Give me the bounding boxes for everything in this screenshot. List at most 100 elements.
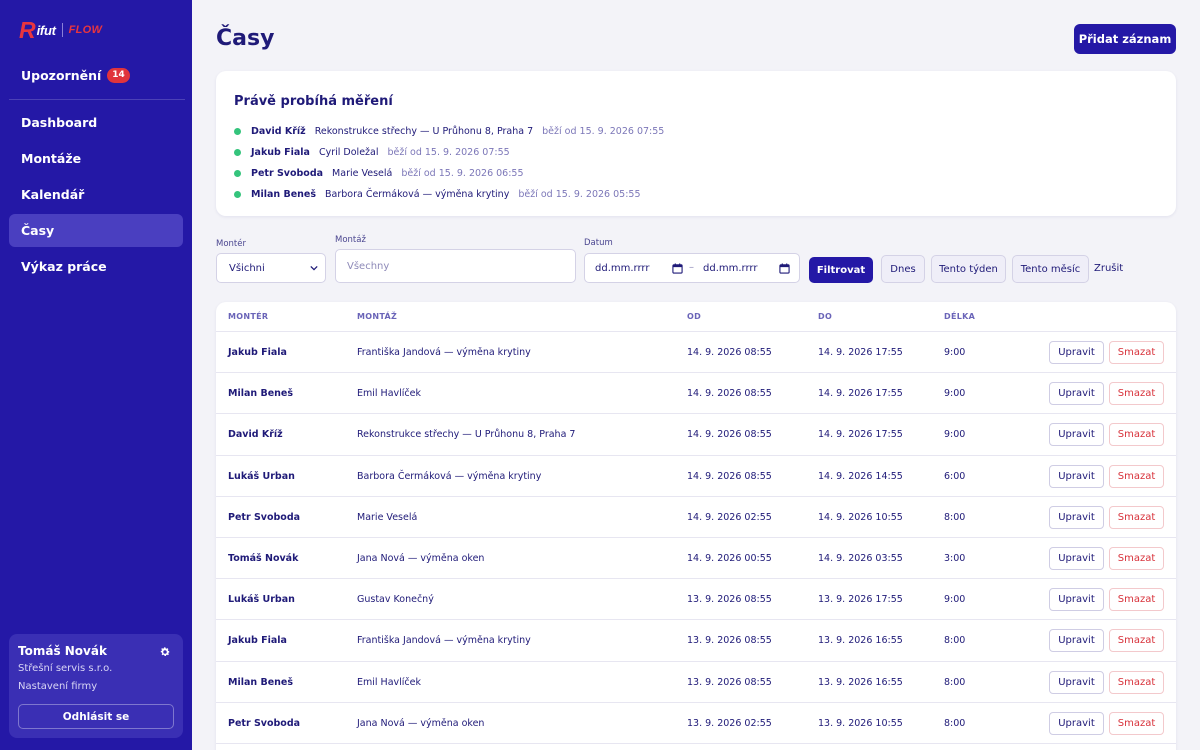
cell-worker[interactable]: Petr Svoboda xyxy=(228,718,300,729)
today-button[interactable]: Dnes xyxy=(881,255,925,283)
column-header-duration[interactable]: DÉLKA xyxy=(944,312,975,321)
chevron-down-icon xyxy=(310,265,318,271)
column-header-job[interactable]: MONTÁŽ xyxy=(357,312,397,321)
delete-button[interactable]: Smazat xyxy=(1109,629,1164,653)
cell-worker[interactable]: Jakub Fiala xyxy=(228,635,287,646)
sidebar-item-kalendar[interactable]: Kalendář xyxy=(9,178,183,211)
cell-duration: 9:00 xyxy=(944,594,966,606)
table-row: David Kříž Rekonstrukce střechy — U Průho… xyxy=(216,414,1176,456)
cell-worker[interactable]: Lukáš Urban xyxy=(228,471,295,482)
column-header-from[interactable]: OD xyxy=(687,312,701,321)
sidebar-item-dashboard[interactable]: Dashboard xyxy=(9,106,183,139)
edit-button[interactable]: Upravit xyxy=(1049,711,1104,735)
user-company: Střešní servis s.r.o. xyxy=(18,663,113,674)
cell-worker[interactable]: Milan Beneš xyxy=(228,388,293,399)
cell-from: 14. 9. 2026 08:55 xyxy=(687,388,772,400)
sidebar-item-casy[interactable]: Časy xyxy=(9,214,183,247)
calendar-icon[interactable] xyxy=(779,263,790,274)
cell-from: 14. 9. 2026 08:55 xyxy=(687,429,772,441)
this-week-button[interactable]: Tento týden xyxy=(931,255,1006,283)
calendar-icon[interactable] xyxy=(672,263,683,274)
cell-from: 13. 9. 2026 08:55 xyxy=(687,676,772,688)
running-since: běží od 15. 9. 2026 07:55 xyxy=(542,126,665,137)
cell-from: 14. 9. 2026 00:55 xyxy=(687,553,772,564)
job-search-input[interactable]: Všechny xyxy=(335,249,576,283)
cell-to: 14. 9. 2026 17:55 xyxy=(818,429,903,441)
edit-button[interactable]: Upravit xyxy=(1049,382,1104,406)
delete-button[interactable]: Smazat xyxy=(1109,382,1164,406)
company-settings-link[interactable]: Nastavení firmy xyxy=(18,681,174,692)
running-job: Marie Veselá xyxy=(332,168,393,179)
sidebar-item-montaze[interactable]: Montáže xyxy=(9,142,183,175)
edit-button[interactable]: Upravit xyxy=(1049,341,1104,364)
job-filter-label: Montáž xyxy=(335,235,366,245)
cell-from: 14. 9. 2026 02:55 xyxy=(687,511,772,523)
sidebar-item-vykaz-prace[interactable]: Výkaz práce xyxy=(9,250,183,283)
cell-to: 14. 9. 2026 03:55 xyxy=(818,553,903,564)
edit-button[interactable]: Upravit xyxy=(1049,464,1104,488)
time-entries-table: MONTÉR MONTÁŽ OD DO DÉLKA Jakub Fiala Fra… xyxy=(216,302,1176,750)
delete-button[interactable]: Smazat xyxy=(1109,670,1164,694)
edit-button[interactable]: Upravit xyxy=(1049,547,1104,570)
edit-button[interactable]: Upravit xyxy=(1049,505,1104,529)
cell-job[interactable]: Františka Jandová — výměna krytiny xyxy=(357,347,531,358)
this-month-button[interactable]: Tento měsíc xyxy=(1012,255,1089,283)
add-record-button[interactable]: Přidat záznam xyxy=(1074,24,1176,54)
notifications-label: Upozornění xyxy=(21,68,102,83)
table-row: Milan Beneš Emil Havlíček 13. 9. 2026 08:5… xyxy=(216,662,1176,703)
cell-job[interactable]: Jana Nová — výměna oken xyxy=(357,718,484,729)
cell-worker[interactable]: David Kříž xyxy=(228,429,283,440)
edit-button[interactable]: Upravit xyxy=(1049,629,1104,653)
delete-button[interactable]: Smazat xyxy=(1109,505,1164,529)
column-header-worker[interactable]: MONTÉR xyxy=(228,312,268,321)
delete-button[interactable]: Smazat xyxy=(1109,588,1164,612)
clear-filters-link[interactable]: Zrušit xyxy=(1094,263,1123,274)
sidebar-divider xyxy=(9,99,185,100)
running-item: David Kříž Rekonstrukce střechy — U Průh… xyxy=(234,121,664,142)
date-filter-label: Datum xyxy=(584,238,613,248)
notifications-count-badge: 14 xyxy=(107,68,130,83)
delete-button[interactable]: Smazat xyxy=(1109,341,1164,364)
column-header-to[interactable]: DO xyxy=(818,312,832,321)
cell-job[interactable]: Emil Havlíček xyxy=(357,677,421,688)
cell-job[interactable]: Gustav Konečný xyxy=(357,594,434,605)
cell-duration: 6:00 xyxy=(944,470,966,482)
running-since: běží od 15. 9. 2026 06:55 xyxy=(401,168,524,179)
delete-button[interactable]: Smazat xyxy=(1109,464,1164,488)
cell-job[interactable]: Marie Veselá xyxy=(357,512,417,523)
edit-button[interactable]: Upravit xyxy=(1049,588,1104,612)
user-name: Tomáš Novák xyxy=(18,644,107,658)
running-worker: David Kříž xyxy=(251,126,306,137)
edit-button[interactable]: Upravit xyxy=(1049,423,1104,447)
logout-button[interactable]: Odhlásit se xyxy=(18,704,174,729)
filter-button[interactable]: Filtrovat xyxy=(809,257,873,283)
delete-button[interactable]: Smazat xyxy=(1109,423,1164,447)
delete-button[interactable]: Smazat xyxy=(1109,711,1164,735)
worker-select[interactable]: Všichni xyxy=(216,253,326,283)
delete-button[interactable]: Smazat xyxy=(1109,547,1164,570)
table-row: Tomáš Novák Jana Nová — výměna oken 14. 9.… xyxy=(216,538,1176,580)
date-from-input[interactable]: dd.mm.rrrr xyxy=(595,263,649,274)
edit-button[interactable]: Upravit xyxy=(1049,670,1104,694)
cell-job[interactable]: Emil Havlíček xyxy=(357,388,421,399)
notifications-link[interactable]: Upozornění 14 xyxy=(21,68,130,83)
sidebar-item-label: Výkaz práce xyxy=(21,259,107,274)
running-worker: Milan Beneš xyxy=(251,189,316,200)
cell-worker[interactable]: Jakub Fiala xyxy=(228,347,287,358)
gear-icon[interactable] xyxy=(159,646,171,658)
date-to-input[interactable]: dd.mm.rrrr xyxy=(703,263,757,274)
cell-job[interactable]: Rekonstrukce střechy — U Průhonu 8, Prah… xyxy=(357,429,575,440)
table-row: Petr Svoboda Marie Veselá 14. 9. 2026 02:5… xyxy=(216,497,1176,538)
app-logo[interactable]: R ifut FLOW xyxy=(19,19,102,42)
cell-to: 14. 9. 2026 14:55 xyxy=(818,470,903,482)
cell-job[interactable]: Františka Jandová — výměna krytiny xyxy=(357,635,531,646)
cell-job[interactable]: Barbora Čermáková — výměna krytiny xyxy=(357,471,541,482)
cell-worker[interactable]: Tomáš Novák xyxy=(228,553,298,564)
cell-worker[interactable]: Petr Svoboda xyxy=(228,512,300,523)
table-row: Jakub Fiala Františka Jandová — výměna kr… xyxy=(216,332,1176,374)
cell-worker[interactable]: Lukáš Urban xyxy=(228,594,295,605)
cell-job[interactable]: Jana Nová — výměna oken xyxy=(357,553,484,564)
cell-worker[interactable]: Milan Beneš xyxy=(228,677,293,688)
sidebar-item-label: Kalendář xyxy=(21,187,85,202)
logo-word: ifut xyxy=(36,22,56,38)
